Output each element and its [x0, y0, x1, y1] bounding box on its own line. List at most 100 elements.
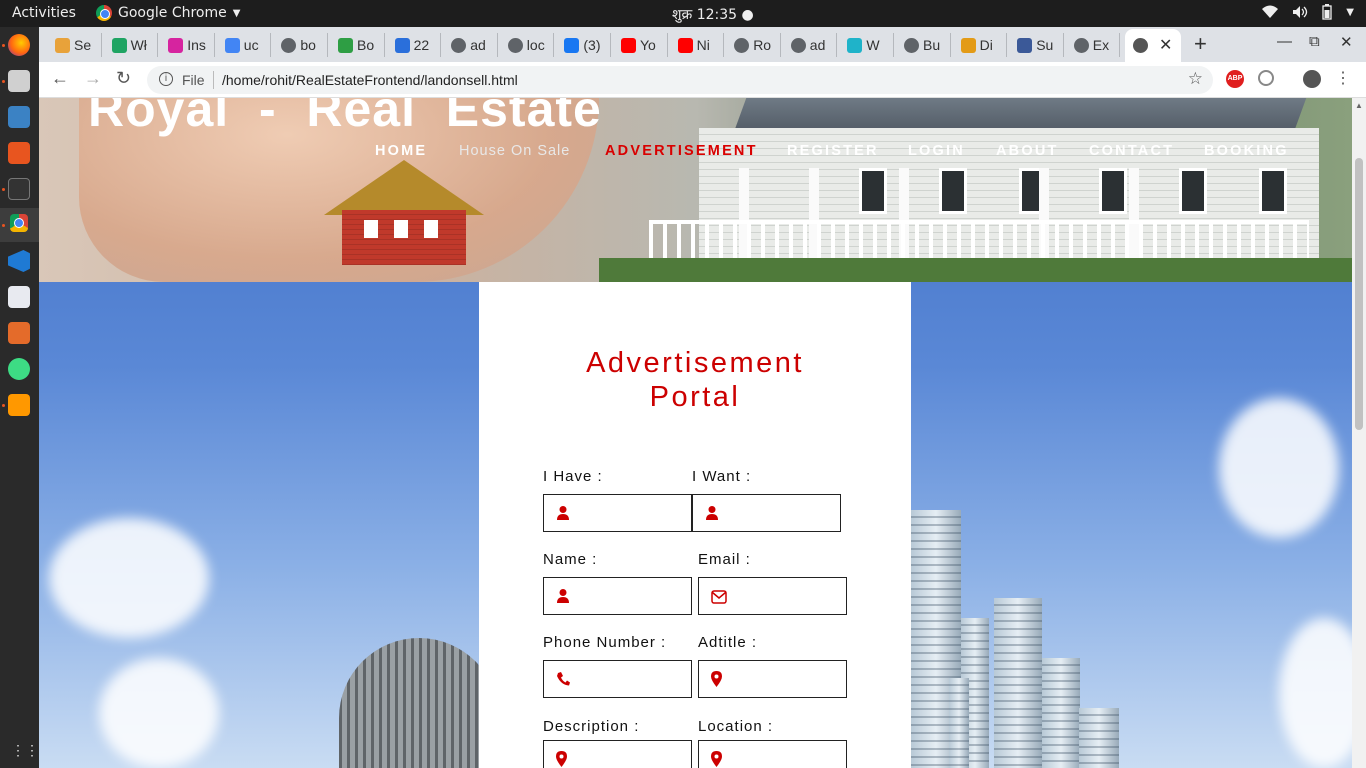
description-input[interactable] [543, 740, 692, 768]
text-editor-icon[interactable] [8, 286, 30, 308]
browser-tab[interactable]: Ex [1066, 33, 1121, 57]
browser-tab[interactable]: Wł [104, 33, 159, 57]
nav-booking[interactable]: BOOKING [1204, 143, 1289, 159]
nav-house-on-sale[interactable]: House On Sale [459, 143, 570, 159]
browser-tab[interactable]: Su [1009, 33, 1064, 57]
nav-about[interactable]: ABOUT [996, 143, 1059, 159]
adblock-extension-icon[interactable]: ABP [1226, 70, 1244, 88]
nav-home[interactable]: HOME [375, 143, 427, 159]
globe-icon [790, 37, 806, 53]
nav-login[interactable]: LOGIN [908, 143, 965, 159]
nav-advertisement[interactable]: ADVERTISEMENT [605, 143, 758, 159]
active-tab[interactable]: ✕ [1125, 29, 1181, 62]
i-want-input[interactable] [692, 494, 841, 532]
browser-tab[interactable]: ad [443, 33, 498, 57]
tab-label: Yo [640, 37, 656, 53]
terminal-icon[interactable] [8, 178, 30, 200]
tab-label: uc [243, 37, 259, 53]
globe-icon [904, 37, 919, 53]
restore-icon[interactable]: ⧉ [1309, 33, 1320, 50]
activities-button[interactable]: Activities [12, 5, 76, 21]
browser-tab[interactable]: uc [217, 33, 272, 57]
i-have-field[interactable] [580, 501, 686, 525]
name-field[interactable] [580, 584, 686, 608]
browser-tab[interactable]: W [839, 33, 894, 57]
bookmark-star-icon[interactable]: ☆ [1188, 69, 1203, 89]
reload-icon[interactable]: ↻ [116, 68, 131, 89]
tab-label: Su [1036, 37, 1054, 53]
system-tray[interactable]: ▼ [1262, 4, 1354, 20]
nav-register[interactable]: REGISTER [787, 143, 879, 159]
browser-tab[interactable]: Bo [330, 33, 385, 57]
map-marker-icon [711, 671, 722, 687]
browser-tab[interactable]: (3) [556, 33, 611, 57]
description-field[interactable] [580, 747, 686, 768]
tab-label: bo [300, 37, 316, 53]
tab-label: Bo [357, 37, 375, 53]
adtitle-field[interactable] [735, 667, 841, 691]
i-want-field[interactable] [729, 501, 835, 525]
globe-icon [1133, 38, 1148, 53]
adtitle-input[interactable] [698, 660, 847, 698]
location-field[interactable] [735, 747, 841, 768]
browser-tab[interactable]: Ro [726, 33, 781, 57]
android-studio-icon[interactable] [8, 358, 30, 380]
files-icon[interactable] [8, 70, 30, 92]
i-want-label: I Want : [692, 468, 752, 485]
cloud [1219, 398, 1339, 538]
porch-railing [649, 220, 1309, 260]
minimize-icon[interactable]: — [1277, 33, 1292, 50]
email-input[interactable] [698, 577, 847, 615]
document-icon[interactable] [8, 106, 30, 128]
location-input[interactable] [698, 740, 847, 768]
cloud [49, 518, 209, 638]
chart-icon [338, 37, 353, 53]
browser-tab[interactable]: ad [783, 33, 838, 57]
close-tab-icon[interactable]: ✕ [1159, 35, 1172, 55]
scroll-up-icon[interactable]: ▲ [1355, 101, 1363, 110]
phone-number-input[interactable] [543, 660, 692, 698]
vscode-icon[interactable] [8, 250, 30, 272]
browser-tab[interactable]: loc [500, 33, 555, 57]
scrollbar-thumb[interactable] [1355, 158, 1363, 430]
page-scrollbar[interactable]: ▲ [1352, 98, 1366, 768]
close-window-icon[interactable]: ✕ [1340, 33, 1353, 51]
name-input[interactable] [543, 577, 692, 615]
new-tab-button[interactable]: + [1194, 31, 1207, 57]
menu-icon[interactable]: ⋮ [1335, 68, 1351, 88]
browser-tab[interactable]: Ins [160, 33, 215, 57]
clock[interactable]: शुक्र 12:35 ● [672, 5, 754, 24]
show-apps-icon[interactable]: ⋮⋮⋮ [11, 742, 53, 758]
system-top-bar: Activities Google Chrome ▼ शुक्र 12:35 ●… [0, 0, 1366, 27]
address-url[interactable]: /home/rohit/RealEstateFrontend/landonsel… [222, 72, 518, 88]
phone-number-label: Phone Number : [543, 634, 667, 651]
software-center-icon[interactable] [8, 142, 30, 164]
address-bar[interactable]: i File /home/rohit/RealEstateFrontend/la… [147, 66, 1213, 94]
browser-tab[interactable]: Di [953, 33, 1008, 57]
firefox-icon[interactable] [8, 34, 30, 56]
running-indicator [2, 188, 5, 191]
avatar[interactable] [1303, 70, 1321, 88]
presentation-icon[interactable] [8, 322, 30, 344]
house-window [859, 168, 887, 214]
nav-contact[interactable]: CONTACT [1089, 143, 1174, 159]
app-menu[interactable]: Google Chrome ▼ [96, 5, 240, 21]
browser-tab[interactable]: Ni [670, 33, 725, 57]
running-indicator [2, 80, 5, 83]
browser-tab[interactable]: Bu [896, 33, 951, 57]
tab-label: ad [809, 37, 826, 53]
browser-tab[interactable]: Se [47, 33, 102, 57]
browser-toolbar: ← → ↻ i File /home/rohit/RealEstateFront… [39, 62, 1366, 98]
back-icon[interactable]: ← [51, 68, 69, 89]
email-field[interactable] [735, 584, 841, 608]
forward-icon[interactable]: → [84, 68, 102, 89]
chrome-icon[interactable] [10, 214, 28, 232]
browser-tab[interactable]: 22 [387, 33, 442, 57]
phone-number-field[interactable] [580, 667, 686, 691]
browser-tab[interactable]: bo [273, 33, 328, 57]
info-icon[interactable]: i [159, 72, 173, 86]
sublime-icon[interactable] [8, 394, 30, 416]
i-have-input[interactable] [543, 494, 692, 532]
extension-icon[interactable] [1258, 70, 1274, 86]
browser-tab[interactable]: Yo [613, 33, 668, 57]
